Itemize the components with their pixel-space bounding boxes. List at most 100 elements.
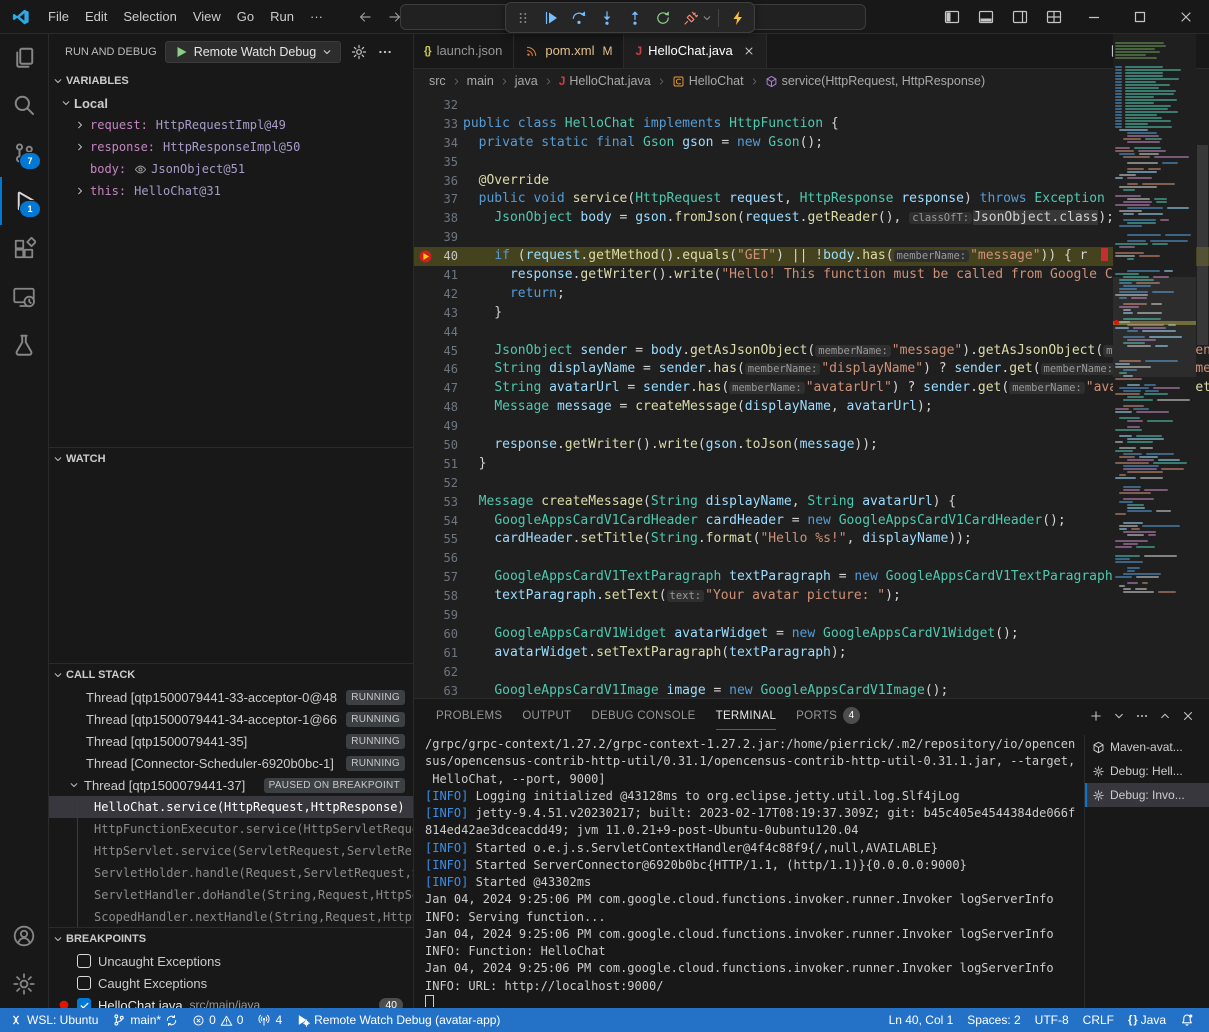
- branch-status[interactable]: main*: [105, 1008, 185, 1032]
- code-line[interactable]: 61 avatarWidget.setTextParagraph(textPar…: [413, 644, 1209, 663]
- menu-selection[interactable]: Selection: [115, 6, 184, 27]
- debug-status[interactable]: Remote Watch Debug (avatar-app): [289, 1008, 507, 1032]
- line-number[interactable]: 57: [413, 568, 458, 587]
- line-number[interactable]: 38: [413, 209, 458, 228]
- tab-pom-xml[interactable]: pom.xmlM: [514, 33, 624, 68]
- terminal-output[interactable]: /grpc/grpc-context/1.27.2/grpc-context-1…: [425, 736, 1081, 1007]
- line-number[interactable]: 61: [413, 644, 458, 663]
- thread-row[interactable]: Thread [qtp1500079441-33-acceptor-0@48..…: [48, 686, 413, 708]
- code-line[interactable]: 43 }: [413, 304, 1209, 323]
- editor-scrollbar[interactable]: [1196, 33, 1209, 698]
- code-line[interactable]: 51 }: [413, 455, 1209, 474]
- panel-tab-debug-console[interactable]: DEBUG CONSOLE: [582, 699, 704, 732]
- code-line[interactable]: 49: [413, 417, 1209, 436]
- close-panel-button[interactable]: [1181, 709, 1195, 723]
- navigate-back[interactable]: [357, 9, 373, 25]
- breakpoint-row[interactable]: HelloChat.javasrc/main/java40: [48, 994, 413, 1008]
- disconnect-button[interactable]: [677, 5, 704, 30]
- ports-status[interactable]: 4: [250, 1008, 289, 1032]
- encoding[interactable]: UTF-8: [1028, 1008, 1076, 1032]
- menu-edit[interactable]: Edit: [77, 6, 115, 27]
- code-line[interactable]: 44: [413, 323, 1209, 342]
- code-line[interactable]: 52: [413, 474, 1209, 493]
- variables-section-header[interactable]: VARIABLES: [48, 70, 413, 92]
- line-number[interactable]: 34: [413, 134, 458, 153]
- code-line[interactable]: 41 response.getWriter().write("Hello! Th…: [413, 266, 1209, 285]
- variable-row[interactable]: body:JsonObject@51: [48, 158, 413, 180]
- customize-layout[interactable]: [1037, 0, 1071, 33]
- activity-search[interactable]: [0, 81, 48, 129]
- breadcrumb-item[interactable]: HelloChat: [672, 74, 744, 88]
- eye-icon[interactable]: [134, 163, 147, 176]
- code-line[interactable]: 39: [413, 228, 1209, 247]
- line-number[interactable]: 62: [413, 663, 458, 682]
- line-number[interactable]: 41: [413, 266, 458, 285]
- activity-manage[interactable]: [0, 960, 48, 1008]
- line-number[interactable]: 45: [413, 342, 458, 361]
- activity-extensions[interactable]: [0, 225, 48, 273]
- code-line[interactable]: 37 public void service(HttpRequest reque…: [413, 190, 1209, 209]
- toolbar-drag-handle[interactable]: [509, 5, 536, 30]
- line-number[interactable]: 49: [413, 417, 458, 436]
- step-over-button[interactable]: [565, 5, 592, 30]
- line-number[interactable]: 36: [413, 172, 458, 191]
- line-number[interactable]: 47: [413, 379, 458, 398]
- breakpoint-row[interactable]: Uncaught Exceptions: [48, 950, 413, 972]
- breadcrumb-item[interactable]: JHelloChat.java: [559, 74, 651, 88]
- menu-[interactable]: ···: [302, 6, 331, 27]
- activity-source-control[interactable]: 7: [0, 129, 48, 177]
- code-line[interactable]: 60 GoogleAppsCardV1Widget avatarWidget =…: [413, 625, 1209, 644]
- code-line[interactable]: 33public class HelloChat implements Http…: [413, 115, 1209, 134]
- tab-hellochat-java[interactable]: JHelloChat.java: [624, 33, 766, 68]
- line-number[interactable]: 51: [413, 455, 458, 474]
- terminal-session[interactable]: Debug: Hell...: [1085, 759, 1209, 783]
- minimize-window[interactable]: [1071, 0, 1117, 33]
- menu-go[interactable]: Go: [229, 6, 262, 27]
- line-number[interactable]: 43: [413, 304, 458, 323]
- panel-tab-problems[interactable]: PROBLEMS: [427, 699, 511, 732]
- activity-accounts[interactable]: [0, 912, 48, 960]
- toggle-panel[interactable]: [969, 0, 1003, 33]
- menu-file[interactable]: File: [40, 6, 77, 27]
- activity-remote-explorer[interactable]: [0, 273, 48, 321]
- line-number[interactable]: 56: [413, 549, 458, 568]
- cursor-position[interactable]: Ln 40, Col 1: [882, 1008, 961, 1032]
- line-number[interactable]: 60: [413, 625, 458, 644]
- line-number[interactable]: 59: [413, 606, 458, 625]
- eol[interactable]: CRLF: [1076, 1008, 1121, 1032]
- restart-button[interactable]: [649, 5, 676, 30]
- activity-run-and-debug[interactable]: 1: [0, 177, 48, 225]
- variable-row[interactable]: response:HttpResponseImpl@50: [48, 136, 413, 158]
- variable-row[interactable]: request:HttpRequestImpl@49: [48, 114, 413, 136]
- thread-row[interactable]: Thread [qtp1500079441-34-acceptor-1@66..…: [48, 708, 413, 730]
- step-into-button[interactable]: [593, 5, 620, 30]
- minimap[interactable]: [1113, 33, 1196, 698]
- code-line[interactable]: 38 JsonObject body = gson.fromJson(reque…: [413, 209, 1209, 228]
- breadcrumb-item[interactable]: java: [515, 74, 538, 88]
- code-line[interactable]: 55 cardHeader.setTitle(String.format("He…: [413, 530, 1209, 549]
- code-line[interactable]: 59: [413, 606, 1209, 625]
- variables-scope-local[interactable]: Local: [48, 92, 413, 114]
- problems-status[interactable]: 00: [185, 1008, 250, 1032]
- tab-launch-json[interactable]: {}launch.json: [413, 33, 514, 68]
- code-line[interactable]: 35: [413, 153, 1209, 172]
- close-window[interactable]: [1163, 0, 1209, 33]
- breadcrumb-item[interactable]: main: [467, 74, 494, 88]
- breakpoint-checkbox[interactable]: [77, 954, 91, 968]
- code-line[interactable]: 48 Message message = createMessage(displ…: [413, 398, 1209, 417]
- panel-tab-terminal[interactable]: TERMINAL: [707, 699, 786, 732]
- minimap-slider[interactable]: [1113, 277, 1196, 377]
- code-line[interactable]: 32: [413, 96, 1209, 115]
- line-number[interactable]: 39: [413, 228, 458, 247]
- line-number[interactable]: 50: [413, 436, 458, 455]
- line-number[interactable]: 55: [413, 530, 458, 549]
- variable-row[interactable]: this:HelloChat@31: [48, 180, 413, 202]
- breadcrumb-item[interactable]: service(HttpRequest, HttpResponse): [765, 74, 986, 88]
- line-number[interactable]: 35: [413, 153, 458, 172]
- line-number[interactable]: 33: [413, 115, 458, 134]
- code-line[interactable]: 54 GoogleAppsCardV1CardHeader cardHeader…: [413, 512, 1209, 531]
- language-mode[interactable]: { }Java: [1121, 1008, 1173, 1032]
- open-launch-json-button[interactable]: [351, 44, 367, 60]
- line-number[interactable]: 63: [413, 682, 458, 698]
- line-number[interactable]: 53: [413, 493, 458, 512]
